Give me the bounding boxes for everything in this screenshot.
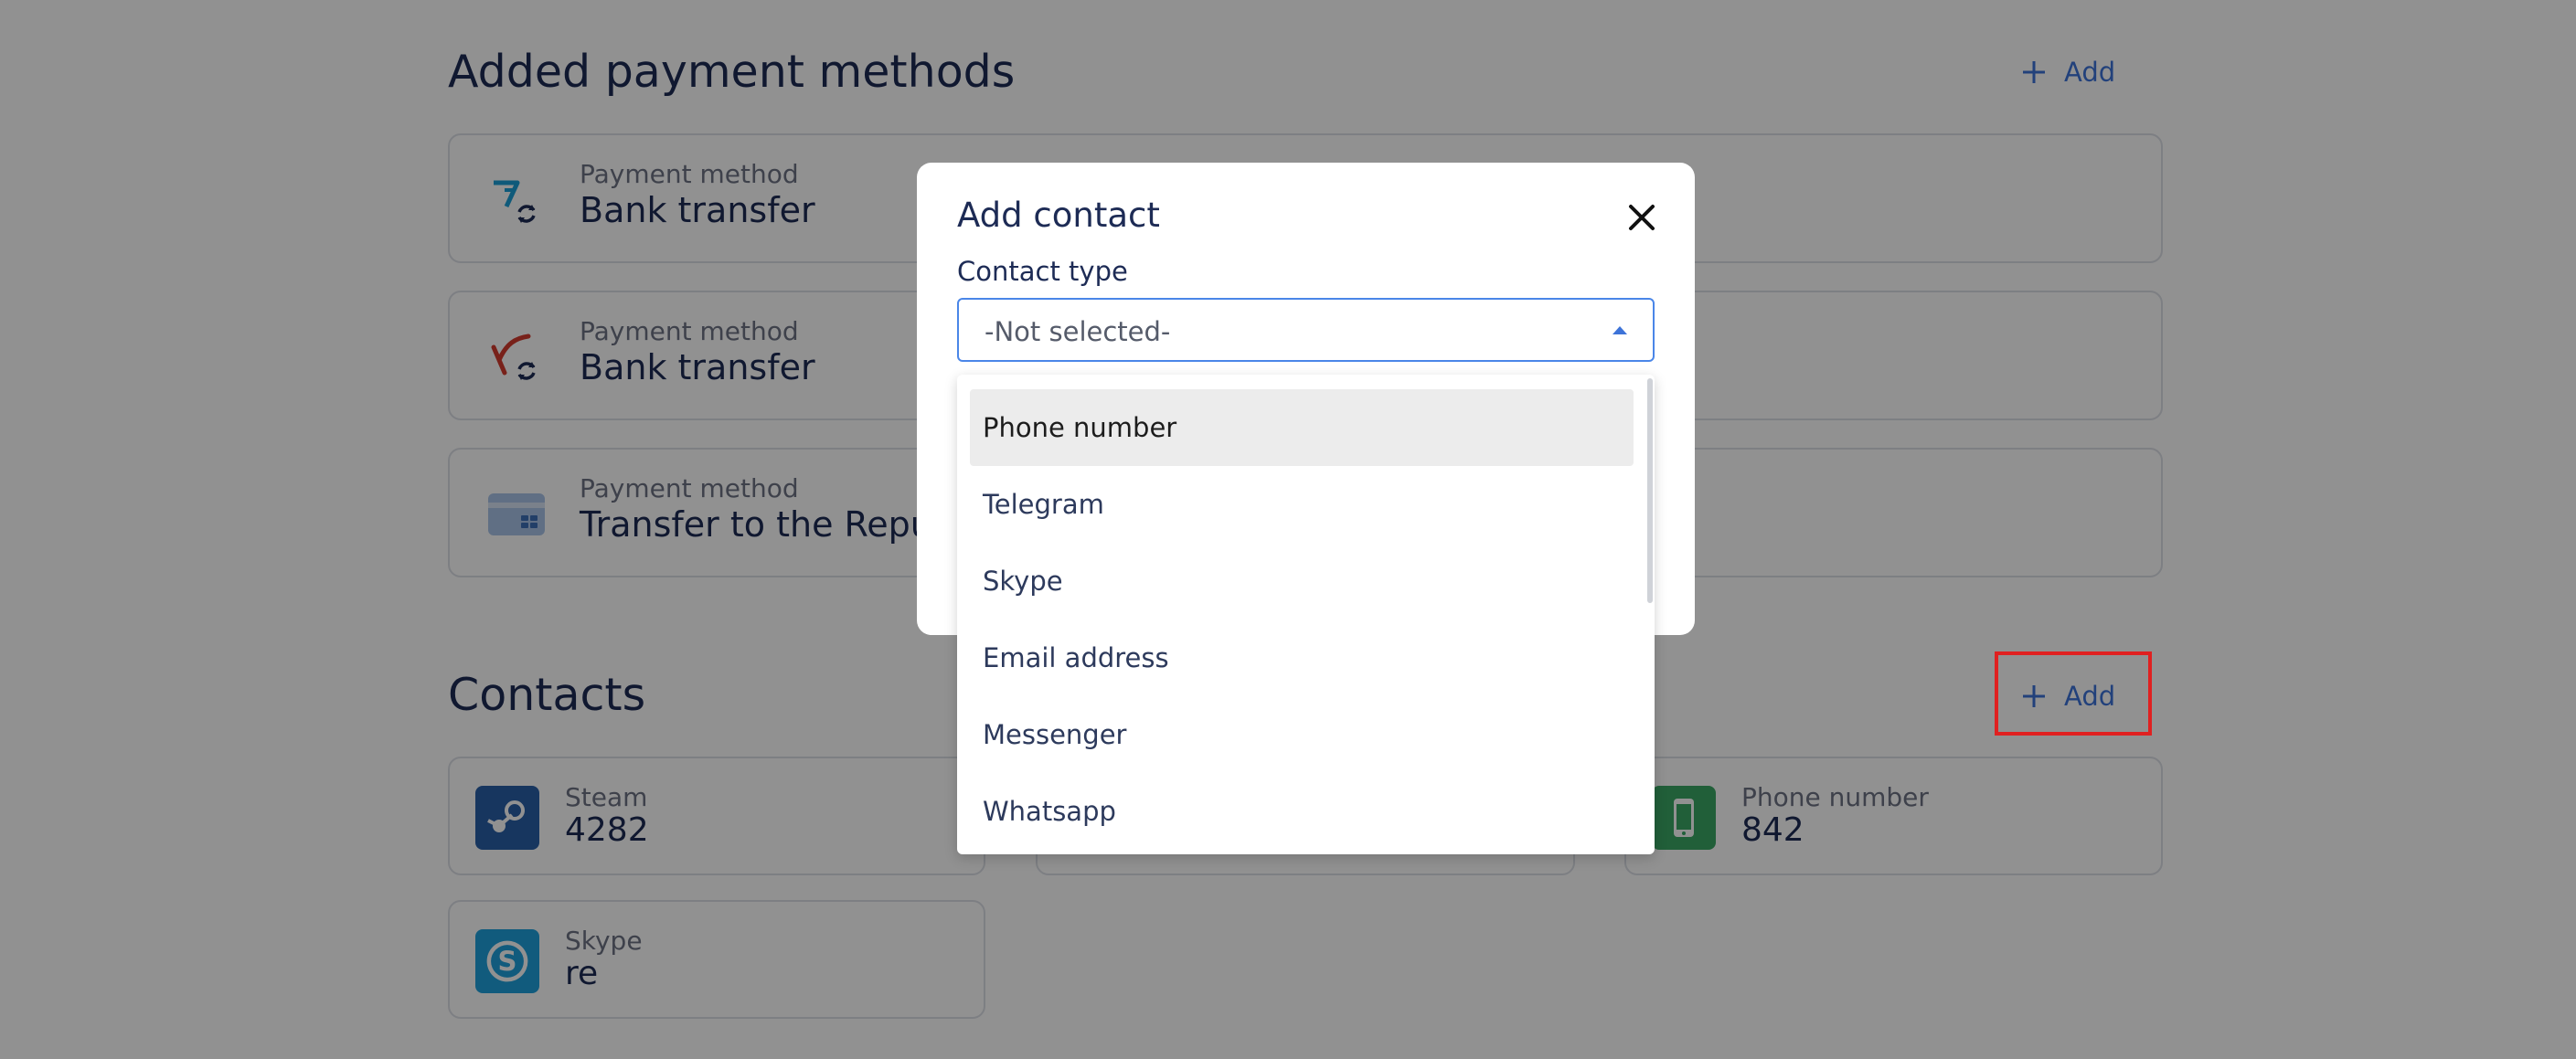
dropdown-option-phone-number[interactable]: Phone number bbox=[970, 389, 1634, 466]
contact-type-selected-value: -Not selected- bbox=[985, 316, 1171, 347]
contact-type-label: Contact type bbox=[957, 256, 1128, 287]
modal-title: Add contact bbox=[957, 196, 1160, 235]
dropdown-option-whatsapp[interactable]: Whatsapp bbox=[970, 773, 1634, 850]
close-icon[interactable] bbox=[1625, 201, 1658, 234]
dropdown-option-telegram[interactable]: Telegram bbox=[970, 466, 1634, 543]
dropdown-option-email-address[interactable]: Email address bbox=[970, 620, 1634, 696]
dropdown-option-messenger[interactable]: Messenger bbox=[970, 696, 1634, 773]
highlight-box bbox=[1995, 651, 2152, 736]
dropdown-option-skype[interactable]: Skype bbox=[970, 543, 1634, 620]
settings-page: Added payment methods Add Payment method… bbox=[0, 0, 2576, 1059]
chevron-up-icon bbox=[1613, 326, 1627, 334]
contact-type-dropdown[interactable]: Phone number Telegram Skype Email addres… bbox=[957, 375, 1655, 854]
contact-type-select[interactable]: -Not selected- bbox=[957, 298, 1655, 362]
dropdown-scrollbar[interactable] bbox=[1647, 378, 1653, 603]
